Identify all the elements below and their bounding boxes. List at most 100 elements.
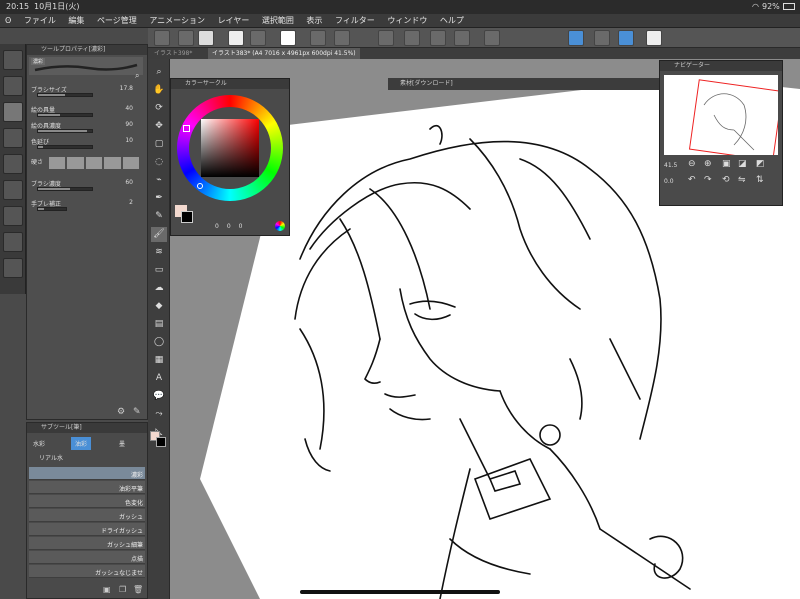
deselect-icon[interactable] xyxy=(404,30,420,46)
main-color-swatch[interactable] xyxy=(156,437,166,447)
brush-item-gouache[interactable]: ガッシュ xyxy=(29,509,145,522)
prop-hardness[interactable]: 硬さ xyxy=(31,157,145,171)
flip-horizontal-icon[interactable]: ⇋ xyxy=(738,175,746,185)
decoration-icon[interactable] xyxy=(3,128,23,148)
eraser-icon[interactable]: ▭ xyxy=(151,263,167,278)
tab-illust-398[interactable]: イラスト398* xyxy=(150,48,196,59)
prop-brush-size[interactable]: ブラシサイズ 17.8 xyxy=(31,85,145,99)
paint-density-slider[interactable] xyxy=(37,129,93,133)
brush-item-gouache-fine[interactable]: ガッシュ細筆 xyxy=(29,537,145,550)
pen-tool-icon[interactable] xyxy=(3,76,23,96)
brush-item-nosai[interactable]: 濃彩 xyxy=(29,467,145,480)
open-folder-icon[interactable] xyxy=(250,30,266,46)
brush-tool-icon[interactable] xyxy=(3,50,23,70)
menu-file[interactable]: ファイル xyxy=(19,14,61,28)
wrench-icon[interactable]: ✎ xyxy=(133,407,141,417)
grid-snap-icon[interactable] xyxy=(618,30,634,46)
color-circle-icon[interactable] xyxy=(3,180,23,200)
prop-stabilization[interactable]: 手ブレ補正 2 xyxy=(31,199,145,213)
frame-icon[interactable]: ▦ xyxy=(151,353,167,368)
ruler-snap-icon[interactable] xyxy=(568,30,584,46)
zoom-in-icon[interactable]: ⊕ xyxy=(704,159,712,169)
zoom-tool-icon[interactable]: ⌕ xyxy=(151,65,167,80)
menu-window[interactable]: ウィンドウ xyxy=(382,14,432,28)
menu-layer[interactable]: レイヤー xyxy=(213,14,255,28)
ruler-icon[interactable] xyxy=(3,232,23,252)
pencil-icon[interactable]: ✎ xyxy=(151,209,167,224)
menu-page[interactable]: ページ管理 xyxy=(92,14,142,28)
rotate-tool-icon[interactable]: ⟳ xyxy=(151,101,167,116)
tab-watercolor[interactable]: 水彩 xyxy=(33,439,45,448)
figure-icon[interactable]: ◯ xyxy=(151,335,167,350)
fit-screen-icon[interactable]: ◩ xyxy=(756,159,765,169)
search-icon[interactable]: ⌕ xyxy=(135,71,139,81)
navigator-preview[interactable] xyxy=(664,75,784,162)
actual-size-icon[interactable]: ◪ xyxy=(738,159,747,169)
stabilization-slider[interactable] xyxy=(37,207,67,211)
menu-selection[interactable]: 選択範囲 xyxy=(257,14,299,28)
adjust-icon[interactable] xyxy=(3,258,23,278)
balloon-icon[interactable]: 💬 xyxy=(151,389,167,404)
menu-edit[interactable]: 編集 xyxy=(63,14,89,28)
material-panel-bar[interactable]: 素材[ダウンロード] xyxy=(388,78,663,90)
brush-item-stipple[interactable]: 点描 xyxy=(29,551,145,564)
layer-icon[interactable] xyxy=(3,206,23,226)
brush-icon[interactable]: 🖌 xyxy=(151,227,167,242)
menu-filter[interactable]: フィルター xyxy=(330,14,380,28)
hue-cursor[interactable] xyxy=(183,125,190,132)
prop-paint-density[interactable]: 絵の具濃度 90 xyxy=(31,121,145,135)
gradient-icon[interactable]: ▤ xyxy=(151,317,167,332)
trash-icon[interactable]: 🗑 xyxy=(133,585,143,594)
color-mode-icon[interactable] xyxy=(275,221,285,231)
app-swirl-icon[interactable] xyxy=(198,30,214,46)
flip-icon[interactable] xyxy=(178,30,194,46)
airbrush-icon[interactable]: ≋ xyxy=(151,245,167,260)
special-ruler-icon[interactable] xyxy=(594,30,610,46)
correct-line-icon[interactable]: ⤳ xyxy=(151,407,167,422)
select-tool-icon[interactable]: ▢ xyxy=(151,137,167,152)
flip-vertical-icon[interactable]: ⇅ xyxy=(756,175,764,185)
move-tool-icon[interactable]: ✥ xyxy=(151,119,167,134)
hardness-steps[interactable] xyxy=(49,157,140,169)
pen-icon[interactable]: ✒ xyxy=(151,191,167,206)
brush-item-oil-flat[interactable]: 油彩平筆 xyxy=(29,481,145,494)
fit-icon[interactable]: ▣ xyxy=(722,159,731,169)
settings-icon[interactable] xyxy=(3,102,23,122)
prop-brush-density[interactable]: ブラシ濃度 60 xyxy=(31,179,145,193)
layout-grid-icon[interactable] xyxy=(154,30,170,46)
save-icon[interactable] xyxy=(280,30,296,46)
brush-size-slider[interactable] xyxy=(37,93,93,97)
undo-icon[interactable] xyxy=(310,30,326,46)
brush-item-color-change[interactable]: 色変化 xyxy=(29,495,145,508)
add-subtool-icon[interactable]: ▣ xyxy=(103,585,111,594)
copy-subtool-icon[interactable]: ❐ xyxy=(119,585,126,594)
hand-tool-icon[interactable]: ✋ xyxy=(151,83,167,98)
color-stretch-slider[interactable] xyxy=(37,145,93,149)
main-color-box[interactable] xyxy=(181,211,193,223)
sub-tool-group[interactable]: リアル水 xyxy=(29,453,145,463)
settings-gear-icon[interactable]: ⚙ xyxy=(117,407,125,417)
paint-amount-slider[interactable] xyxy=(37,113,93,117)
eraser-tool-icon[interactable] xyxy=(3,154,23,174)
prop-paint-amount[interactable]: 絵の具量 40 xyxy=(31,105,145,119)
prop-color-stretch[interactable]: 色延び 10 xyxy=(31,137,145,151)
lasso-tool-icon[interactable]: ◌ xyxy=(151,155,167,170)
text-tool-icon[interactable]: A xyxy=(151,371,167,386)
brush-density-slider[interactable] xyxy=(37,187,93,191)
app-logo-icon[interactable]: ʘ xyxy=(0,14,16,28)
eyedropper-icon[interactable]: ⌁ xyxy=(151,173,167,188)
brush-item-dry-gouache[interactable]: ドライガッシュ xyxy=(29,523,145,536)
tab-oil[interactable]: 油彩 xyxy=(71,437,92,450)
menu-animation[interactable]: アニメーション xyxy=(144,14,210,28)
saturation-value-square[interactable] xyxy=(201,119,259,177)
menu-view[interactable]: 表示 xyxy=(301,14,327,28)
zoom-out-icon[interactable]: ⊖ xyxy=(688,159,696,169)
tab-ink[interactable]: 墨 xyxy=(119,439,125,448)
rotate-left-icon[interactable]: ↶ xyxy=(688,175,696,185)
blend-icon[interactable]: ☁ xyxy=(151,281,167,296)
reset-rotation-icon[interactable]: ⟲ xyxy=(722,175,730,185)
fill-bucket-icon[interactable]: ◆ xyxy=(151,299,167,314)
new-file-icon[interactable] xyxy=(228,30,244,46)
help-icon[interactable] xyxy=(646,30,662,46)
transform-icon[interactable] xyxy=(378,30,394,46)
